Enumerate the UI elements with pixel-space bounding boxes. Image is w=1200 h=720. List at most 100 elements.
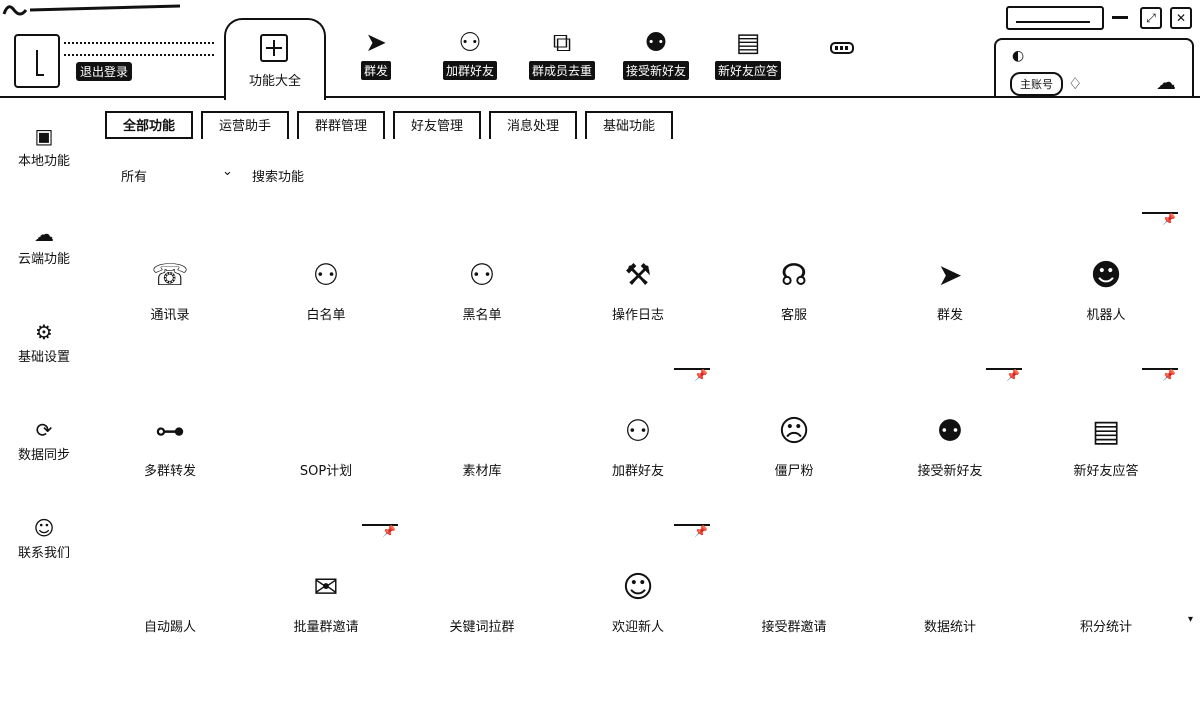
feature-label: SOP计划 bbox=[299, 464, 353, 479]
sidebar-item-local[interactable]: ▣ 本地功能 bbox=[0, 122, 88, 169]
pin-icon[interactable] bbox=[986, 368, 1022, 384]
sidebar-item-sync[interactable]: ⟳ 数据同步 bbox=[0, 416, 88, 463]
category-tab-ops[interactable]: 运营助手 bbox=[201, 111, 289, 139]
tab-label: 群成员去重 bbox=[528, 61, 595, 80]
tab-label: 加群好友 bbox=[442, 61, 497, 80]
pin-icon[interactable] bbox=[674, 524, 710, 540]
feature-item[interactable]: ▤ 新好友应答 bbox=[1036, 368, 1178, 518]
category-tab-groups[interactable]: 群群管理 bbox=[297, 111, 385, 139]
overlap-squares-icon: ⧉ bbox=[552, 28, 572, 58]
scroll-down-icon[interactable]: ▾ bbox=[1188, 614, 1193, 625]
feature-label: 客服 bbox=[780, 308, 807, 323]
minimize-button[interactable] bbox=[1112, 16, 1128, 19]
logout-button[interactable]: 退出登录 bbox=[76, 62, 133, 81]
sidebar-item-cloud[interactable]: ☁ 云端功能 bbox=[0, 220, 88, 267]
feature-label: 数据统计 bbox=[923, 620, 976, 635]
tab-dedupe-members[interactable]: ⧉ 群成员去重 bbox=[516, 26, 608, 86]
feature-label: 自动踢人 bbox=[143, 620, 196, 635]
category-tab-all[interactable]: 全部功能 bbox=[105, 111, 193, 139]
feature-label: 新好友应答 bbox=[1073, 464, 1139, 479]
sidebar-item-label: 数据同步 bbox=[17, 448, 70, 463]
chevron-down-icon[interactable]: ⌄ bbox=[222, 164, 233, 179]
category-tab-messages[interactable]: 消息处理 bbox=[489, 111, 577, 139]
chat-icon: ▤ bbox=[735, 28, 761, 58]
chat-icon: ▤ bbox=[1091, 414, 1121, 449]
diamond-icon: ♢ bbox=[1068, 74, 1083, 93]
log-icon: ⚒ bbox=[624, 258, 652, 293]
top-bar: 退出登录 功能大全 ➤ 群发 ⚇ 加群好友 ⧉ 群成员去重 ⚉ 接受新好友 ▤ … bbox=[0, 0, 1200, 100]
robot-icon: ☻ bbox=[1090, 258, 1122, 293]
feature-item[interactable]: ☊ 客服 bbox=[724, 212, 864, 362]
feature-item[interactable]: ⚉ 接受新好友 bbox=[880, 368, 1022, 518]
pin-icon[interactable] bbox=[1142, 368, 1178, 384]
close-button[interactable]: ✕ bbox=[1170, 7, 1192, 29]
feature-item[interactable]: 自动踢人 bbox=[100, 524, 240, 674]
user-name bbox=[64, 42, 214, 56]
feature-item[interactable]: ☏ 通讯录 bbox=[100, 212, 240, 362]
cloud-icon: ☁ bbox=[34, 222, 54, 246]
feature-item[interactable]: ⚇ 白名单 bbox=[256, 212, 396, 362]
add-user-icon: ⚇ bbox=[458, 28, 482, 58]
tab-broadcast[interactable]: ➤ 群发 bbox=[330, 26, 422, 86]
feature-label: 素材库 bbox=[462, 464, 502, 479]
feature-label: 多群转发 bbox=[143, 464, 196, 479]
feature-label: 群发 bbox=[936, 308, 963, 323]
feature-label: 关键词拉群 bbox=[449, 620, 515, 635]
feature-label: 积分统计 bbox=[1079, 620, 1132, 635]
feature-item[interactable]: ➤ 群发 bbox=[880, 212, 1020, 362]
feature-item[interactable]: ⚇ 黑名单 bbox=[412, 212, 552, 362]
feature-item[interactable]: 接受群邀请 bbox=[724, 524, 864, 674]
feature-label: 接受群邀请 bbox=[761, 620, 827, 635]
pin-icon[interactable] bbox=[362, 524, 398, 540]
feature-label: 欢迎新人 bbox=[611, 620, 664, 635]
feature-label: 机器人 bbox=[1086, 308, 1126, 323]
maximize-button[interactable]: ⤢ bbox=[1140, 7, 1162, 29]
users-icon: ⚉ bbox=[644, 28, 668, 58]
sidebar-item-settings[interactable]: ⚙ 基础设置 bbox=[0, 318, 88, 365]
account-status-icon: ◐ bbox=[1012, 48, 1025, 64]
feature-icon bbox=[306, 412, 346, 452]
feature-item[interactable]: SOP计划 bbox=[256, 368, 396, 518]
gear-icon: ⚙ bbox=[35, 320, 53, 344]
main-account-badge[interactable]: 主账号 bbox=[1010, 72, 1063, 96]
tab-accept-friends[interactable]: ⚉ 接受新好友 bbox=[610, 26, 702, 86]
search-input[interactable]: 搜索功能 bbox=[252, 166, 304, 185]
hierarchy-icon: ⊶ bbox=[155, 414, 185, 449]
feature-item[interactable]: ⊶ 多群转发 bbox=[100, 368, 240, 518]
category-tab-friends[interactable]: 好友管理 bbox=[393, 111, 481, 139]
feature-icon bbox=[774, 568, 814, 608]
pin-icon[interactable] bbox=[1142, 212, 1178, 228]
pin-icon[interactable] bbox=[674, 368, 710, 384]
sidebar-item-label: 云端功能 bbox=[17, 252, 70, 267]
avatar[interactable] bbox=[14, 34, 60, 88]
feature-label: 加群好友 bbox=[611, 464, 664, 479]
sidebar-item-label: 基础设置 bbox=[17, 350, 70, 365]
more-tabs-button[interactable] bbox=[830, 42, 854, 54]
feature-item[interactable]: ✉ 批量群邀请 bbox=[256, 524, 398, 674]
feature-label: 通讯录 bbox=[150, 308, 190, 323]
feature-icon bbox=[462, 412, 502, 452]
inbox-icon: ✉ bbox=[313, 570, 339, 605]
tab-add-group-friends[interactable]: ⚇ 加群好友 bbox=[424, 26, 516, 86]
contacts-book-icon: ☏ bbox=[151, 258, 189, 293]
feature-item[interactable]: ☻ 机器人 bbox=[1036, 212, 1178, 362]
feature-item[interactable]: 素材库 bbox=[412, 368, 552, 518]
feature-item[interactable]: 数据统计 bbox=[880, 524, 1020, 674]
send-icon: ➤ bbox=[937, 258, 963, 293]
sync-data-icon: ⟳ bbox=[35, 418, 53, 442]
tab-label: 群发 bbox=[360, 61, 391, 80]
feature-item[interactable]: ☹ 僵尸粉 bbox=[724, 368, 864, 518]
category-tab-basic[interactable]: 基础功能 bbox=[585, 111, 673, 139]
feature-item[interactable]: ⚒ 操作日志 bbox=[568, 212, 708, 362]
account-panel: ◐ 主账号 ♢ ☁ bbox=[994, 38, 1194, 98]
feature-item[interactable]: 积分统计 bbox=[1036, 524, 1176, 674]
feature-icon bbox=[1086, 568, 1126, 608]
person-icon: ☺ bbox=[33, 516, 55, 540]
feature-item[interactable]: 关键词拉群 bbox=[412, 524, 552, 674]
sidebar-item-contact[interactable]: ☺ 联系我们 bbox=[0, 514, 88, 561]
feature-item[interactable]: ⚇ 加群好友 bbox=[568, 368, 710, 518]
tab-all-features[interactable]: 功能大全 bbox=[224, 18, 326, 100]
tab-friend-auto-reply[interactable]: ▤ 新好友应答 bbox=[702, 26, 794, 86]
feature-item[interactable]: ☺ 欢迎新人 bbox=[568, 524, 710, 674]
filter-select[interactable]: 所有 bbox=[121, 166, 147, 185]
